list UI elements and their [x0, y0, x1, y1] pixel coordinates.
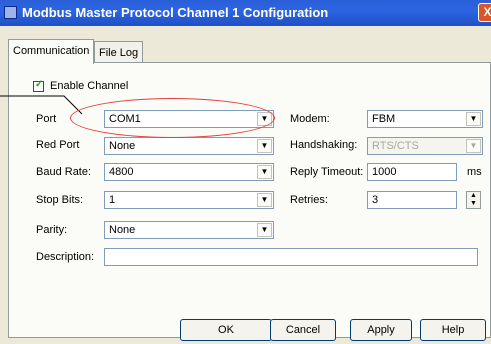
config-dialog: Modbus Master Protocol Channel 1 Configu…	[0, 0, 491, 344]
tab-communication[interactable]: Communication	[8, 39, 95, 64]
port-highlight-ellipse	[70, 98, 275, 138]
